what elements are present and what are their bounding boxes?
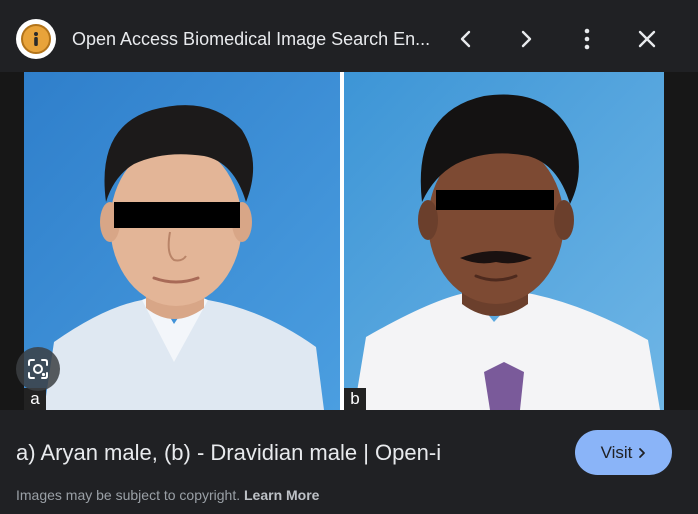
visit-button[interactable]: Visit xyxy=(575,430,672,475)
preview-image[interactable]: a b xyxy=(24,72,664,410)
close-icon xyxy=(638,30,656,48)
panel-label-b: b xyxy=(344,388,366,410)
previous-button[interactable] xyxy=(450,22,482,56)
image-preview-area: a b xyxy=(0,72,698,410)
copyright-text: Images may be subject to copyright. xyxy=(16,487,241,503)
copyright-notice: Images may be subject to copyright. Lear… xyxy=(16,487,319,503)
visit-button-label: Visit xyxy=(600,442,633,462)
info-icon xyxy=(21,24,51,54)
more-vert-icon xyxy=(584,28,590,50)
image-panel-b: b xyxy=(344,72,664,410)
next-button[interactable] xyxy=(510,22,542,56)
panel-label-a: a xyxy=(24,388,46,410)
site-favicon[interactable] xyxy=(16,19,56,59)
portrait-a-illustration xyxy=(24,72,340,410)
panel-header: Open Access Biomedical Image Search En..… xyxy=(0,0,698,72)
more-options-button[interactable] xyxy=(571,22,603,56)
chevron-left-icon xyxy=(460,30,471,48)
image-caption[interactable]: a) Aryan male, (b) - Dravidian male | Op… xyxy=(16,440,441,466)
chevron-right-icon xyxy=(639,447,646,458)
learn-more-link[interactable]: Learn More xyxy=(244,487,319,503)
lens-search-button[interactable] xyxy=(16,347,60,391)
site-title[interactable]: Open Access Biomedical Image Search En..… xyxy=(72,29,432,50)
portrait-b-illustration xyxy=(344,72,664,410)
close-button[interactable] xyxy=(631,22,663,56)
chevron-right-icon xyxy=(521,30,532,48)
image-panel-a: a xyxy=(24,72,340,410)
lens-icon xyxy=(28,359,48,379)
